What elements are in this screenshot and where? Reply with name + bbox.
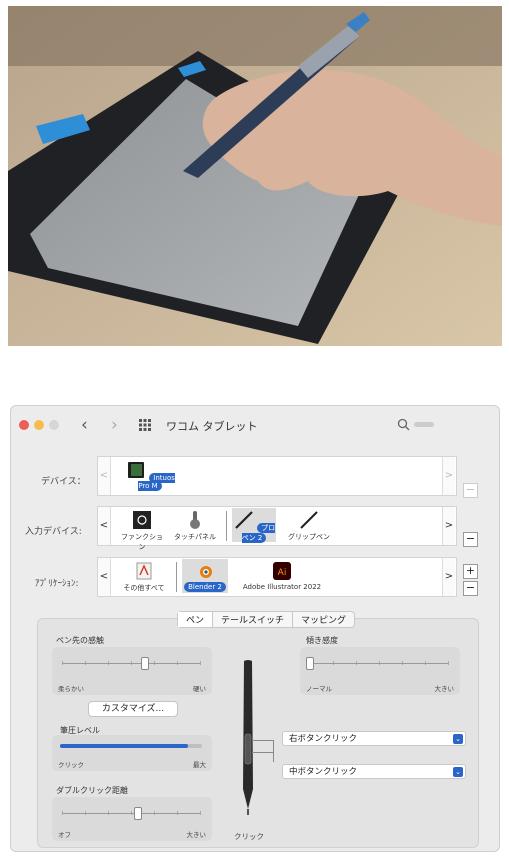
remove-device-button[interactable]: − [463,483,478,498]
device-strip: < Intuos Pro M > [97,456,457,496]
input-row-label: 入力デバイス: [25,527,82,537]
grid-icon[interactable] [139,419,151,431]
remove-input-button[interactable]: − [463,532,478,547]
pressure-box: クリック 最大 [52,735,212,771]
divider [176,562,177,592]
device-item-intuos[interactable]: Intuos Pro M [120,460,180,491]
tablet-photo [8,6,502,346]
grip-pen-icon [300,511,318,529]
pressure-bar-fill [60,744,188,748]
add-application-button[interactable]: + [463,564,478,579]
pen-illustration [243,660,253,815]
upper-button-dropdown[interactable]: 右ボタンクリック ⌄ [282,731,466,746]
slider-tick [200,661,201,665]
double-click-min-label: オフ [58,831,71,839]
input-item-touch[interactable]: タッチパネル [170,510,220,542]
app-prev-button[interactable]: < [98,558,111,596]
pro-pen-icon [235,511,253,529]
app-row-label: ｱﾌﾟﾘｹｰｼｮﾝ: [35,579,79,589]
illustrator-icon: Ai [273,562,291,580]
app-item-all[interactable]: その他すべて [120,561,168,593]
slider-tick [200,811,201,815]
back-chevron-icon[interactable]: ‹ [81,415,88,435]
device-prev-button[interactable]: < [98,457,111,495]
double-click-slider-thumb[interactable] [133,807,142,820]
input-item-grip-pen[interactable]: グリップペン [284,510,334,542]
tip-feel-track[interactable] [62,663,200,664]
chevron-down-icon: ⌄ [453,734,463,744]
double-click-box: オフ 大きい [52,797,212,841]
tip-feel-slider-thumb[interactable] [140,657,149,670]
blender-icon [200,566,212,578]
input-item-label: タッチパネル [174,533,216,541]
pressure-max-label: 最大 [193,761,206,769]
tilt-min-label: ノーマル [306,685,332,693]
device-row-label: デバイス： [41,477,86,487]
tilt-track[interactable] [310,663,448,664]
lower-button-leader [252,752,274,753]
search-field[interactable] [414,422,434,427]
app-item-label: その他すべて [123,584,165,592]
lower-button-value: 中ボタンクリック [289,767,358,777]
upper-button-leader [252,740,274,741]
divider [226,511,227,541]
input-item-function[interactable]: ファンクション [120,510,164,552]
double-click-max-label: 大きい [186,831,207,839]
input-next-button[interactable]: > [442,507,455,545]
upper-button-value: 右ボタンクリック [289,734,358,744]
function-keys-icon [133,511,151,529]
tablet-icon [128,462,145,478]
title-bar: ‹ › ワコム タブレット [11,406,499,444]
tip-action-label: クリック [234,832,264,841]
pen-tablet-photo-illustration [8,6,502,346]
application-strip: < その他すべて Blender 2 Ai Adobe Illustrator … [97,557,457,597]
pressure-bar-track [60,744,202,748]
app-next-button[interactable]: > [442,558,455,596]
input-device-strip: < ファンクション タッチパネル プロペン 2 グリップペン > [97,506,457,551]
wacom-settings-window: ‹ › ワコム タブレット デバイス： < Intuos Pro M > − 入… [10,405,500,852]
input-prev-button[interactable]: < [98,507,111,545]
settings-tabs: ペン テールスイッチ マッピング [177,611,356,628]
tip-feel-max-label: 硬い [193,685,206,693]
all-apps-icon [136,562,152,580]
zoom-button[interactable] [49,420,59,430]
double-click-label: ダブルクリック距離 [56,786,128,795]
tilt-max-label: 大きい [434,685,455,693]
upper-button-leader [273,740,274,762]
app-item-blender[interactable]: Blender 2 [182,559,228,593]
app-item-illustrator[interactable]: Ai Adobe Illustrator 2022 [236,561,328,591]
tip-feel-min-label: 柔らかい [58,685,84,693]
tip-feel-label: ペン先の感触 [56,636,104,645]
minimize-button[interactable] [34,420,44,430]
tilt-box: ノーマル 大きい [300,647,460,695]
input-item-label: ファンクション [121,533,163,551]
app-item-label: Adobe Illustrator 2022 [242,583,322,591]
input-item-pro-pen[interactable]: プロペン 2 [232,508,276,543]
device-next-button[interactable]: > [442,457,455,495]
chevron-down-icon: ⌄ [453,767,463,777]
touch-hand-icon [190,511,200,529]
forward-chevron-icon[interactable]: › [111,415,118,435]
app-item-label: Blender 2 [184,582,226,592]
pen-settings-panel: ペン先の感触 柔らかい 硬い カスタマイズ... 筆圧レベル クリック 最大 ダ… [37,618,479,848]
tilt-sensitivity-label: 傾き感度 [306,636,338,645]
pressure-min-label: クリック [58,761,84,769]
svg-text:Ai: Ai [278,568,287,578]
window-title: ワコム タブレット [166,420,258,433]
customize-button[interactable]: カスタマイズ... [88,701,178,717]
remove-application-button[interactable]: − [463,581,478,596]
slider-tick [448,661,449,665]
tab-pen[interactable]: ペン [178,612,214,627]
double-click-track[interactable] [62,813,200,814]
input-item-label: グリップペン [288,533,330,541]
tip-feel-slider-box: 柔らかい 硬い [52,647,212,695]
tab-tail-switch[interactable]: テールスイッチ [213,612,294,627]
lower-button-dropdown[interactable]: 中ボタンクリック ⌄ [282,764,466,779]
search-icon[interactable] [396,417,412,433]
tilt-slider-thumb[interactable] [306,657,314,670]
close-button[interactable] [19,420,29,430]
tab-mapping[interactable]: マッピング [293,612,354,627]
